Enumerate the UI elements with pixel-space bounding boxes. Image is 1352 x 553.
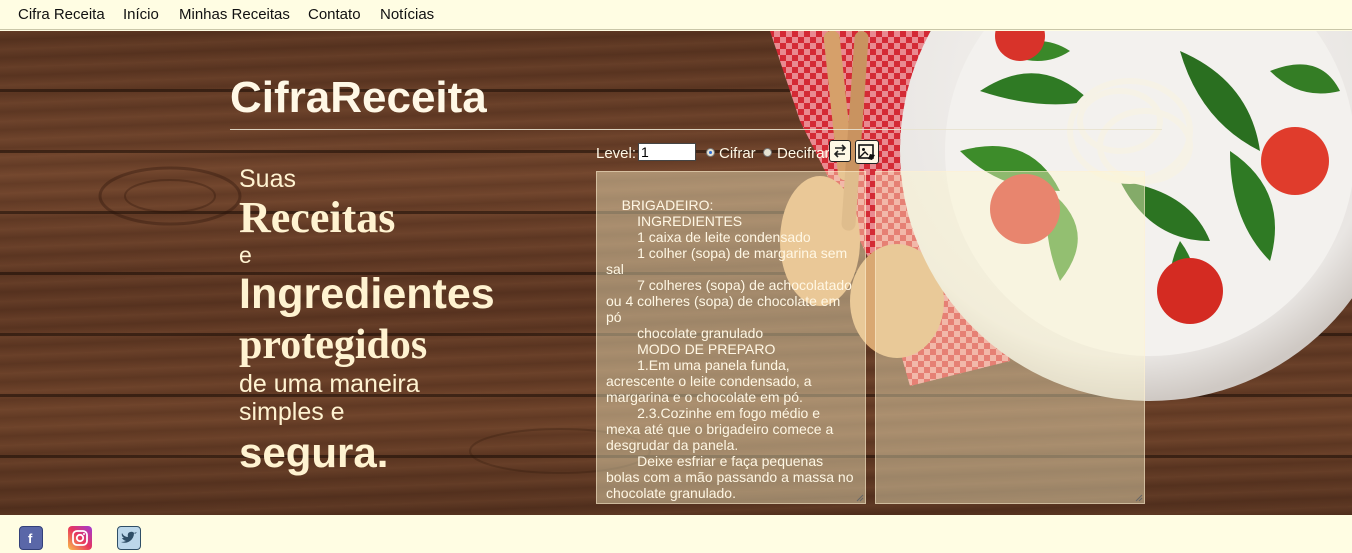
cifrar-radio[interactable]: [706, 148, 715, 157]
image-edit-icon: [858, 144, 875, 160]
nav-item-noticias[interactable]: Notícias: [380, 6, 434, 23]
slogan-line: simples e: [239, 398, 345, 426]
slogan-line: e: [239, 242, 252, 268]
nav-item-inicio[interactable]: Início: [123, 6, 159, 23]
level-input[interactable]: [638, 143, 696, 161]
recipe-input-textarea[interactable]: BRIGADEIRO: INGREDIENTES 1 caixa de leit…: [596, 171, 866, 504]
slogan-line: de uma maneira: [239, 370, 420, 398]
svg-text:f: f: [28, 531, 33, 546]
slogan-line: protegidos: [239, 322, 428, 368]
facebook-icon: f: [28, 531, 33, 546]
nav-item-minhas-receitas[interactable]: Minhas Receitas: [179, 6, 290, 23]
recipe-output-textarea[interactable]: [875, 171, 1145, 504]
title-divider: [230, 129, 1162, 130]
facebook-link[interactable]: f: [19, 526, 43, 550]
level-label: Level:: [596, 145, 637, 162]
slogan-line: segura.: [239, 429, 389, 476]
swap-button[interactable]: [829, 140, 851, 162]
hero-section: CifraReceita Suas Receitas e Ingrediente…: [0, 31, 1352, 515]
cifrar-label[interactable]: Cifrar: [719, 145, 756, 162]
resize-grip-icon[interactable]: [856, 494, 864, 502]
twitter-icon: [121, 531, 137, 543]
top-navbar: Cifra Receita Início Minhas Receitas Con…: [0, 0, 1352, 30]
decifrar-label[interactable]: Decifrar: [777, 145, 830, 162]
swap-icon: [833, 144, 847, 158]
image-edit-button[interactable]: [855, 140, 879, 164]
recipe-input-text: BRIGADEIRO: INGREDIENTES 1 caixa de leit…: [606, 197, 854, 501]
resize-grip-icon[interactable]: [1135, 494, 1143, 502]
slogan-line: Ingredientes: [239, 270, 495, 318]
decifrar-radio[interactable]: [763, 148, 772, 157]
nav-brand[interactable]: Cifra Receita: [18, 6, 105, 23]
footer: f: [0, 515, 1352, 553]
slogan: Suas Receitas e Ingredientes protegidos …: [239, 164, 495, 480]
instagram-icon: [72, 530, 88, 546]
site-title: CifraReceita: [230, 73, 487, 122]
nav-item-contato[interactable]: Contato: [308, 6, 361, 23]
instagram-link[interactable]: [68, 526, 92, 550]
slogan-line: Receitas: [239, 193, 396, 242]
twitter-link[interactable]: [117, 526, 141, 550]
slogan-line: Suas: [239, 165, 296, 193]
